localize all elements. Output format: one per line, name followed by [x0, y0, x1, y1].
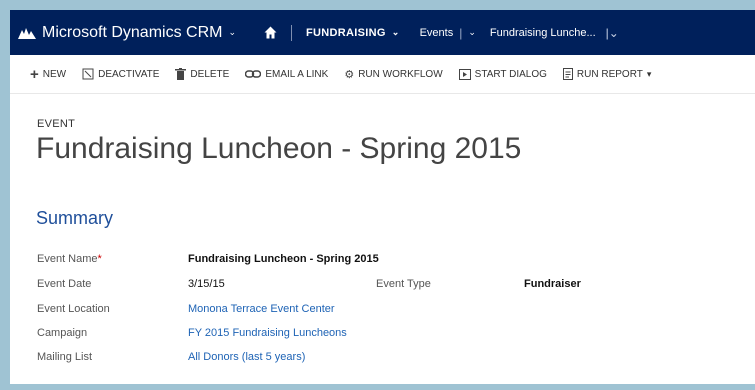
event-location-label: Event Location	[37, 303, 110, 315]
campaign-label: Campaign	[37, 327, 88, 339]
deactivate-button[interactable]: DEACTIVATE	[82, 68, 159, 80]
new-button[interactable]: + NEW	[30, 66, 66, 83]
mailing-list-link[interactable]: All Donors (last 5 years)	[188, 351, 305, 363]
record-menu[interactable]: Fundraising Lunche... |⌄	[490, 26, 619, 40]
link-icon	[245, 70, 262, 78]
crm-window: Microsoft Dynamics CRM ⌄ FUNDRAISING ⌄ E…	[10, 10, 755, 384]
trash-icon	[175, 68, 187, 80]
nav-divider	[291, 24, 293, 41]
brand-label: Microsoft Dynamics CRM	[42, 23, 223, 41]
event-type-label: Event Type	[376, 278, 431, 290]
record-chevron-icon: |⌄	[605, 25, 619, 40]
event-name-label: Event Name*	[37, 253, 102, 265]
run-workflow-label: RUN WORKFLOW	[358, 68, 443, 80]
event-type-field[interactable]: Fundraiser	[524, 278, 581, 290]
page-title: Fundraising Luncheon - Spring 2015	[36, 132, 522, 165]
plus-icon: +	[30, 65, 39, 83]
dynamics-logo-icon	[18, 27, 36, 39]
start-dialog-button[interactable]: START DIALOG	[458, 68, 547, 80]
event-date-field[interactable]: 3/15/15	[188, 278, 225, 290]
top-nav-bar: Microsoft Dynamics CRM ⌄ FUNDRAISING ⌄ E…	[10, 10, 755, 55]
event-date-label: Event Date	[37, 278, 92, 290]
report-icon	[562, 68, 573, 80]
mailing-list-label: Mailing List	[37, 351, 93, 363]
delete-button[interactable]: DELETE	[175, 68, 229, 80]
delete-label: DELETE	[190, 68, 230, 80]
deactivate-label: DEACTIVATE	[98, 68, 160, 80]
home-icon[interactable]	[264, 26, 277, 39]
new-label: NEW	[42, 68, 67, 80]
run-report-label: RUN REPORT	[576, 68, 643, 80]
command-bar: + NEW DEACTIVATE DELETE EMAIL A LINK ⚙ R…	[10, 55, 755, 94]
email-link-button[interactable]: EMAIL A LINK	[245, 69, 328, 80]
area-label: FUNDRAISING	[306, 26, 386, 39]
record-label: Fundraising Lunche...	[489, 26, 596, 39]
nav-pipe: |	[459, 25, 463, 40]
dialog-icon	[458, 68, 471, 80]
dropdown-arrow-icon: ▾	[646, 68, 652, 79]
chevron-down-icon: ⌄	[228, 27, 237, 37]
run-workflow-button[interactable]: ⚙ RUN WORKFLOW	[344, 68, 442, 81]
event-location-link[interactable]: Monona Terrace Event Center	[188, 303, 335, 315]
event-name-label-text: Event Name	[37, 253, 98, 265]
start-dialog-label: START DIALOG	[474, 68, 547, 80]
brand-menu[interactable]: Microsoft Dynamics CRM ⌄	[18, 24, 236, 42]
required-marker-icon: *	[97, 253, 102, 265]
chevron-down-icon: ⌄	[468, 27, 476, 37]
area-menu-fundraising[interactable]: FUNDRAISING ⌄	[306, 27, 400, 39]
event-name-field[interactable]: Fundraising Luncheon - Spring 2015	[188, 253, 379, 265]
chevron-down-icon: ⌄	[391, 27, 400, 37]
deactivate-icon	[82, 68, 94, 80]
section-title-summary: Summary	[36, 208, 114, 228]
entity-menu-events[interactable]: Events | ⌄	[420, 26, 476, 40]
email-link-label: EMAIL A LINK	[265, 68, 329, 80]
entity-label: Events	[419, 26, 454, 39]
campaign-link[interactable]: FY 2015 Fundraising Luncheons	[188, 327, 347, 339]
entity-type-label: EVENT	[37, 118, 76, 130]
run-report-button[interactable]: RUN REPORT ▾	[562, 68, 652, 80]
gear-icon: ⚙	[344, 68, 355, 81]
